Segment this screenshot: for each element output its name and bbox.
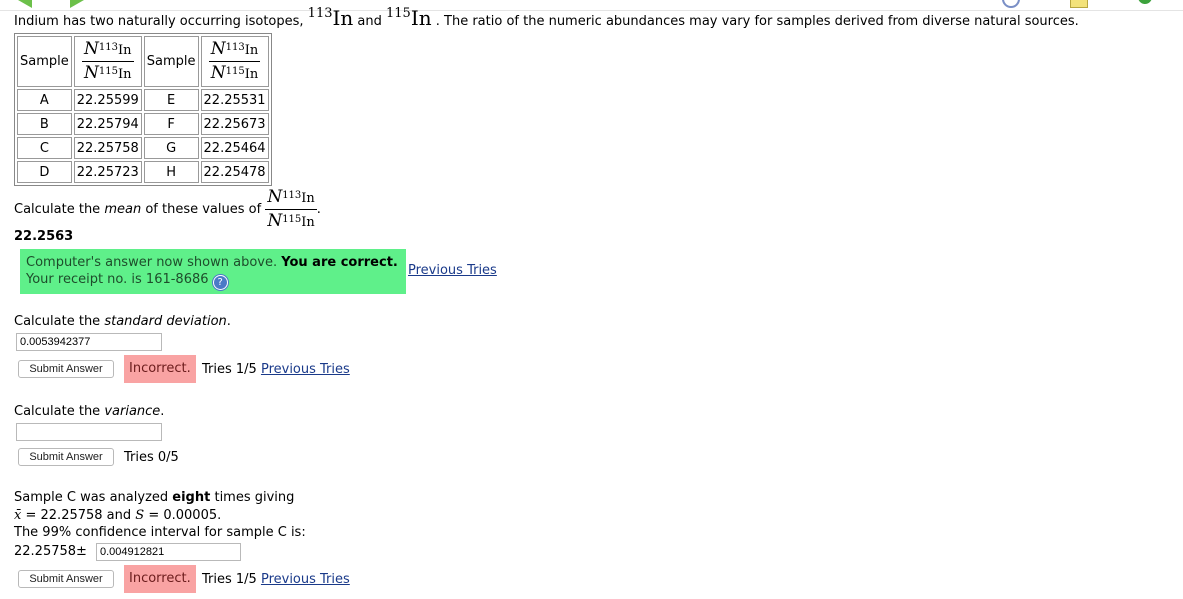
ratio-value: 22.25673 [200, 113, 269, 135]
tries-count-sd: Tries 1/5 [202, 362, 257, 377]
tries-variance: Tries 0/5 [124, 450, 179, 465]
ratio-value: 22.25599 [73, 89, 142, 111]
table-row: B 22.25794 F 22.25673 [17, 113, 269, 135]
intro-text: Indium has two naturally occurring isoto… [14, 14, 308, 29]
tries-ci: Tries 1/5 Previous Tries [202, 572, 350, 587]
mean-answer: 22.2563 [14, 229, 74, 244]
ratio-fraction: N113In N115In [265, 187, 317, 231]
isotope-1: 113In [307, 6, 354, 30]
sample-label: B [17, 113, 72, 135]
submit-answer-button-ci[interactable]: Submit Answer [18, 570, 114, 588]
mean-question-text: Calculate the [14, 202, 105, 217]
equals-sign: = [21, 507, 41, 523]
help-icon[interactable]: ? [212, 275, 228, 290]
sd-answer-input[interactable] [16, 333, 162, 351]
and-text: and [102, 507, 136, 523]
sample-label: H [143, 161, 199, 183]
s-symbol: S [135, 507, 145, 523]
incorrect-badge-sd: Incorrect. [124, 355, 196, 383]
ratio-value: 22.25794 [73, 113, 142, 135]
equals-sign-2: = [144, 507, 164, 523]
sample-label: G [143, 137, 199, 159]
header-ratio-1: N113In N115In [73, 36, 142, 87]
sample-label: E [143, 89, 199, 111]
ratio-value: 22.25531 [200, 89, 269, 111]
sample-label: A [17, 89, 72, 111]
ci-answer-input[interactable] [96, 543, 241, 561]
header-sample-2: Sample [143, 36, 199, 87]
s-value: 0.00005. [163, 507, 222, 523]
ratio-value: 22.25723 [73, 161, 142, 183]
sd-question-emph: standard deviation [104, 314, 227, 329]
variance-question-period: . [160, 404, 165, 419]
table-header-row: Sample N113In N115In Sample N113In N115I… [17, 36, 269, 87]
table-row: D 22.25723 H 22.25478 [17, 161, 269, 183]
isotope-2: 115In [386, 6, 432, 30]
variance-answer-input[interactable] [16, 423, 162, 441]
mean-question-emph: mean [104, 202, 142, 217]
previous-tries-link-mean[interactable]: Previous Tries [408, 263, 497, 278]
table-row: A 22.25599 E 22.25531 [17, 89, 269, 111]
previous-tries-link-ci[interactable]: Previous Tries [261, 572, 350, 587]
submit-answer-button-variance[interactable]: Submit Answer [18, 448, 114, 466]
sd-question: Calculate the standard deviation. [14, 314, 231, 329]
header-sample-1: Sample [17, 36, 72, 87]
tries-sd: Tries 1/5 Previous Tries [202, 362, 350, 377]
toolbar-status-icon[interactable] [1138, 0, 1152, 4]
sd-question-text: Calculate the [14, 314, 105, 329]
sample-c-description: Sample C was analyzed eight times giving… [14, 489, 306, 542]
feedback-text: Computer's answer now shown above. [26, 255, 282, 270]
problem-intro: Indium has two naturally occurring isoto… [14, 6, 1079, 30]
previous-tries-link-sd[interactable]: Previous Tries [261, 362, 350, 377]
sample-label: D [17, 161, 72, 183]
submit-answer-button-sd[interactable]: Submit Answer [18, 360, 114, 378]
xbar-value: 22.25758 [40, 507, 103, 523]
ci-question-text: The 99% confidence interval for sample C… [14, 525, 306, 540]
tries-count-ci: Tries 1/5 [202, 572, 257, 587]
sample-label: F [143, 113, 199, 135]
ci-prefix: 22.25758± [14, 544, 87, 559]
header-ratio-2: N113In N115In [200, 36, 269, 87]
incorrect-badge-ci: Incorrect. [124, 565, 196, 593]
sample-label: C [17, 137, 72, 159]
sd-question-period: . [226, 314, 231, 329]
sample-c-text-2: times giving [210, 490, 295, 505]
variance-question-text: Calculate the [14, 404, 105, 419]
variance-question-emph: variance [104, 404, 161, 419]
feedback-correct: You are correct. [281, 255, 398, 270]
ratio-value: 22.25758 [73, 137, 142, 159]
receipt-text: Your receipt no. is 161-8686 [26, 272, 213, 287]
mean-question: Calculate the mean of these values of N1… [14, 186, 321, 233]
table-row: C 22.25758 G 22.25464 [17, 137, 269, 159]
ratio-value: 22.25478 [200, 161, 269, 183]
sample-c-count: eight [172, 490, 211, 505]
intro-text-end: . The ratio of the numeric abundances ma… [435, 14, 1079, 29]
ratio-value: 22.25464 [200, 137, 269, 159]
mean-question-text-2: of these values of [141, 202, 266, 217]
sample-c-text: Sample C was analyzed [14, 490, 173, 505]
intro-joiner: and [357, 14, 387, 29]
isotope-ratio-table: Sample N113In N115In Sample N113In N115I… [14, 33, 272, 186]
mean-question-period: . [316, 202, 321, 217]
variance-question: Calculate the variance. [14, 404, 164, 419]
correct-feedback-box: Computer's answer now shown above. You a… [20, 249, 406, 294]
